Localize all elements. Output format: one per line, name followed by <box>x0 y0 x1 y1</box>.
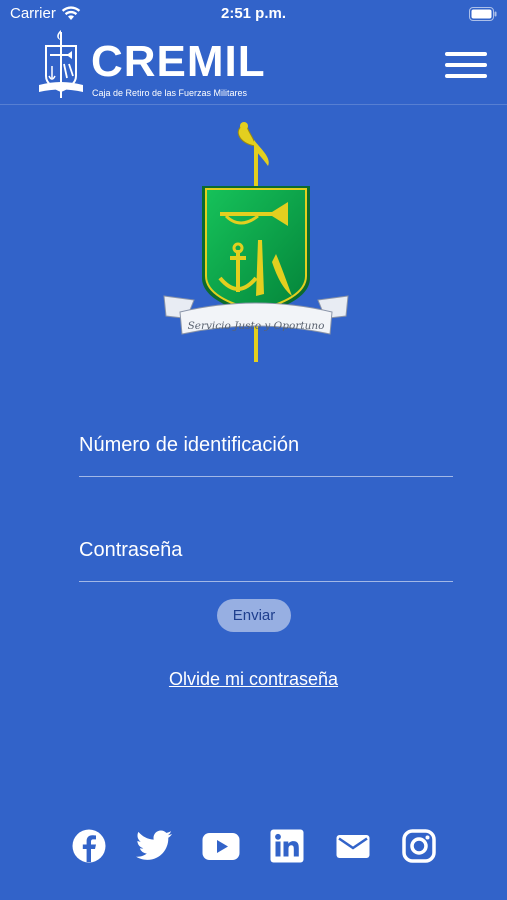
cremil-crest-icon: Servicio Justo y Oportuno <box>163 122 349 362</box>
crest-motto: Servicio Justo y Oportuno <box>188 320 325 332</box>
battery-icon <box>469 7 497 21</box>
brand-name: CREMIL <box>91 37 266 86</box>
forgot-password-link[interactable]: Olvide mi contraseña <box>0 669 507 690</box>
email-icon[interactable] <box>336 829 370 863</box>
facebook-icon[interactable] <box>72 829 106 863</box>
twitter-icon[interactable] <box>136 829 174 863</box>
status-time: 2:51 p.m. <box>220 5 287 22</box>
password-input[interactable] <box>79 530 453 570</box>
youtube-icon[interactable] <box>202 829 240 863</box>
hamburger-menu-icon[interactable] <box>445 52 491 84</box>
password-field[interactable] <box>79 530 453 582</box>
cremil-logo-icon[interactable] <box>38 30 84 100</box>
id-number-input[interactable] <box>79 425 453 465</box>
id-number-field[interactable] <box>79 425 453 477</box>
instagram-icon[interactable] <box>402 829 436 863</box>
brand-tagline: Caja de Retiro de las Fuerzas Militares <box>92 88 248 98</box>
social-links-bar <box>0 829 507 869</box>
linkedin-icon[interactable] <box>270 829 304 863</box>
status-bar: Carrier 2:51 p.m. <box>0 0 507 28</box>
app-header: CREMIL Caja de Retiro de las Fuerzas Mil… <box>0 28 507 105</box>
submit-button[interactable]: Enviar <box>217 599 291 632</box>
